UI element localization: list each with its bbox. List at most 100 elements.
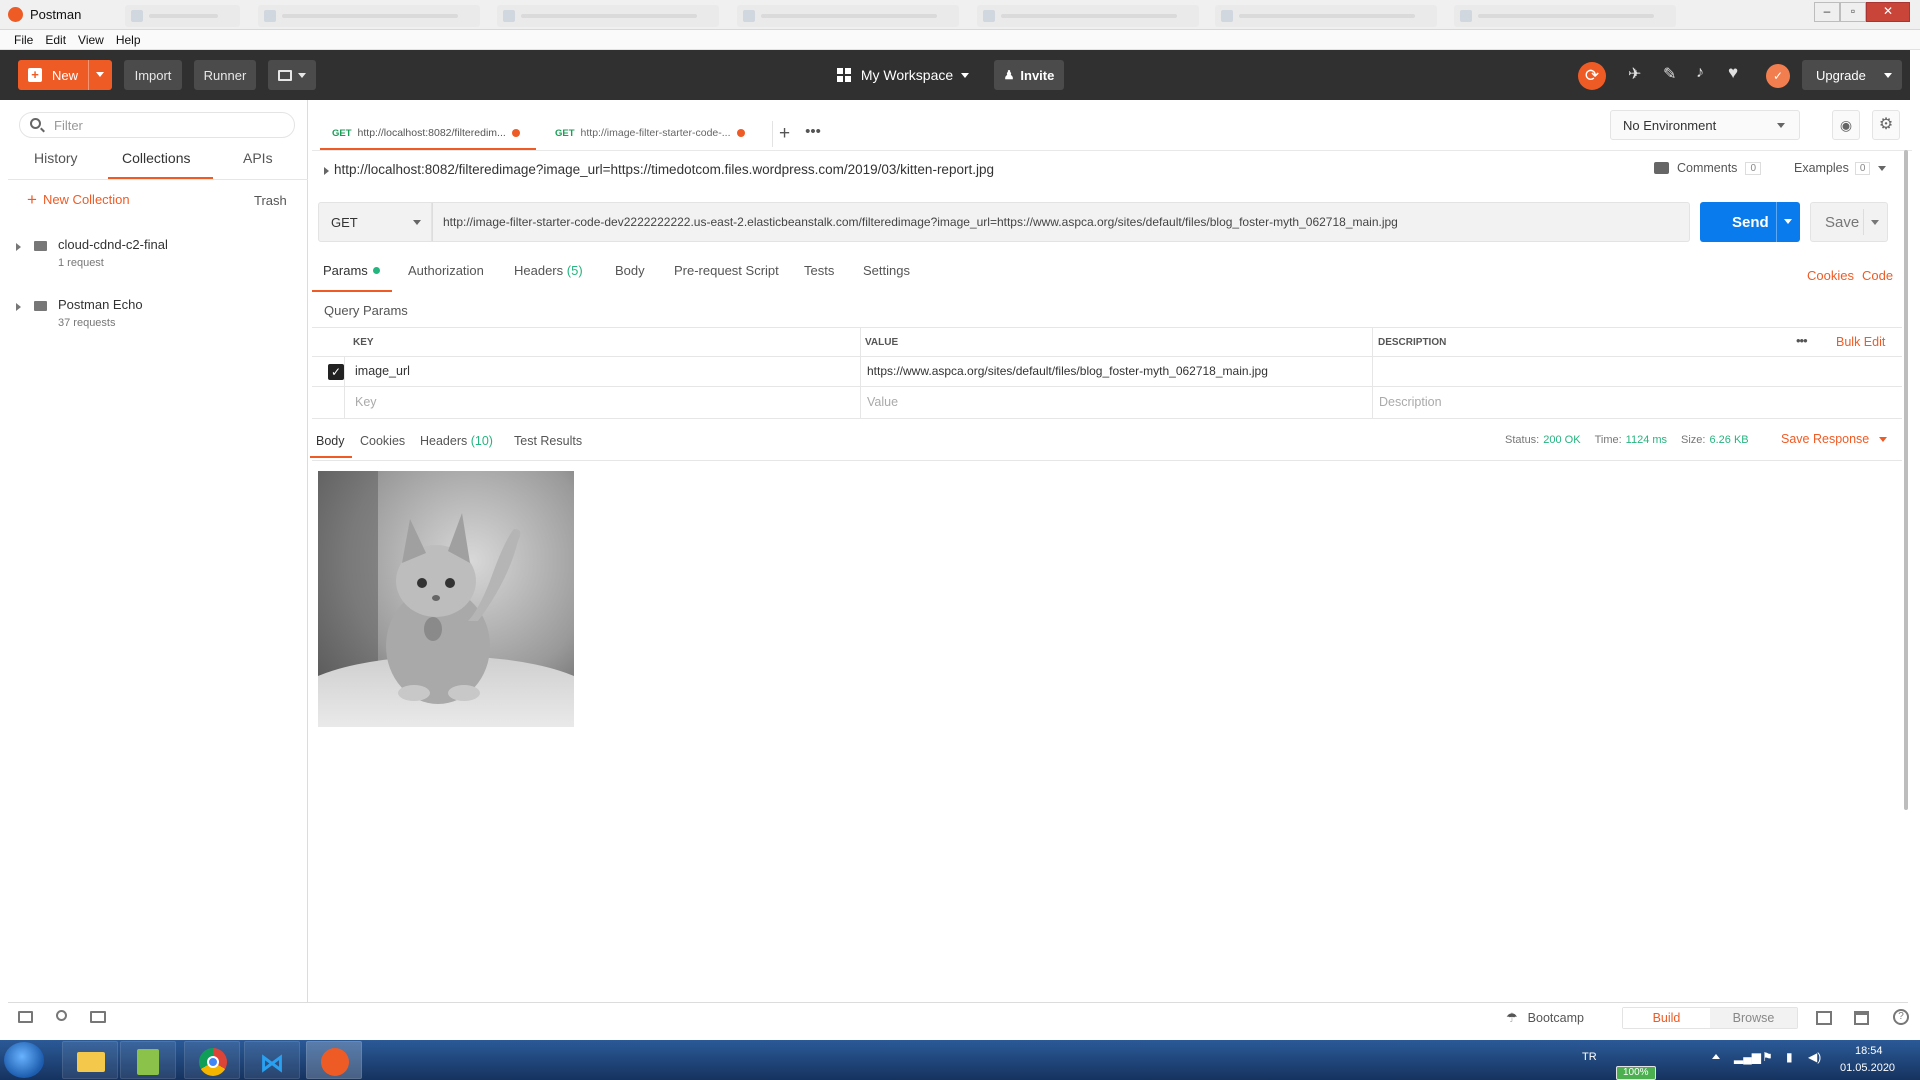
gear-icon[interactable]: ⚙	[1872, 110, 1900, 140]
tab-apis[interactable]: APIs	[243, 150, 273, 166]
bootcamp-button[interactable]: ☂ Bootcamp	[1506, 1010, 1584, 1026]
filter-input[interactable]: Filter	[19, 112, 295, 138]
chevron-down-icon[interactable]	[1871, 220, 1879, 225]
status-value[interactable]: 200 OK	[1543, 434, 1580, 446]
heart-icon[interactable]: ♥	[1728, 63, 1738, 83]
unsaved-dot	[511, 129, 520, 137]
tab-history[interactable]: History	[34, 150, 78, 166]
workspace-selector[interactable]: My Workspace	[828, 60, 978, 90]
response-tab-body[interactable]: Body	[316, 434, 345, 448]
request-tab[interactable]: GET http://image-filter-starter-code-...	[545, 118, 763, 150]
tab-headers[interactable]: Headers (5)	[514, 263, 583, 278]
method-select[interactable]: GET	[318, 202, 432, 242]
save-button[interactable]: Save	[1810, 202, 1888, 242]
comments-button[interactable]: Comments 0	[1654, 161, 1761, 175]
network-icon[interactable]: ▂▄▆	[1734, 1050, 1761, 1064]
value-placeholder[interactable]: Value	[867, 395, 898, 409]
chevron-down-icon[interactable]	[96, 72, 104, 77]
param-key[interactable]: image_url	[355, 364, 410, 378]
bulk-edit-link[interactable]: Bulk Edit	[1836, 335, 1885, 349]
build-tab[interactable]: Build	[1623, 1008, 1710, 1028]
send-button[interactable]: Send	[1700, 202, 1800, 242]
cookies-link[interactable]: Cookies	[1807, 268, 1854, 283]
flag-icon[interactable]: ⚑	[1762, 1050, 1773, 1064]
menu-view[interactable]: View	[78, 33, 104, 47]
close-window-button[interactable]: ✕	[1866, 2, 1910, 22]
response-tab-cookies[interactable]: Cookies	[360, 434, 405, 448]
volume-icon[interactable]: ◀)	[1808, 1050, 1821, 1064]
trash-link[interactable]: Trash	[254, 193, 287, 208]
request-tab[interactable]: GET http://localhost:8082/filteredim...	[320, 118, 536, 150]
find-icon[interactable]	[56, 1010, 67, 1021]
power-icon[interactable]: ▮	[1786, 1050, 1793, 1064]
two-pane-icon[interactable]	[1816, 1011, 1832, 1025]
chevron-down-icon[interactable]	[1784, 219, 1792, 224]
new-window-button[interactable]	[268, 60, 316, 90]
wrench-icon[interactable]: ✎	[1663, 64, 1676, 84]
key-placeholder[interactable]: Key	[355, 395, 377, 409]
save-response-button[interactable]: Save Response	[1781, 432, 1888, 446]
tab-pre-request-script[interactable]: Pre-request Script	[674, 263, 779, 278]
tab-collections[interactable]: Collections	[122, 150, 190, 166]
param-checkbox[interactable]: ✓	[328, 364, 344, 380]
title-expand-icon[interactable]	[324, 167, 329, 175]
tab-params[interactable]: Params	[323, 263, 380, 278]
expand-icon[interactable]	[16, 303, 21, 311]
response-tab-headers[interactable]: Headers (10)	[420, 434, 493, 448]
time-value[interactable]: 1124 ms	[1626, 434, 1667, 446]
satellite-icon[interactable]: ✈	[1628, 64, 1641, 84]
param-value[interactable]: https://www.aspca.org/sites/default/file…	[867, 364, 1268, 378]
invite-button[interactable]: ♟ Invite	[994, 60, 1064, 90]
new-button[interactable]: + New	[18, 60, 112, 90]
examples-button[interactable]: Examples 0	[1794, 161, 1887, 175]
tab-tests[interactable]: Tests	[804, 263, 834, 278]
taskbar-notepad[interactable]	[120, 1041, 176, 1079]
sidebar-toggle-icon[interactable]	[18, 1011, 33, 1023]
avatar[interactable]: ✓	[1766, 64, 1790, 88]
menu-edit[interactable]: Edit	[45, 33, 66, 47]
environment-select[interactable]: No Environment	[1610, 110, 1800, 140]
size-value[interactable]: 6.26 KB	[1710, 434, 1749, 446]
sync-icon[interactable]: ⟳	[1578, 62, 1606, 90]
tab-authorization[interactable]: Authorization	[408, 263, 484, 278]
upgrade-button[interactable]: Upgrade	[1802, 60, 1902, 90]
clock-date[interactable]: 01.05.2020	[1840, 1062, 1895, 1074]
menu-help[interactable]: Help	[116, 33, 141, 47]
clock-time[interactable]: 18:54	[1855, 1045, 1883, 1057]
response-tab-test-results[interactable]: Test Results	[514, 434, 582, 448]
runner-button[interactable]: Runner	[194, 60, 256, 90]
menu-file[interactable]: File	[14, 33, 33, 47]
code-link[interactable]: Code	[1862, 268, 1893, 283]
console-icon[interactable]	[90, 1011, 106, 1023]
more-tabs-icon[interactable]: •••	[800, 121, 826, 147]
collection-item[interactable]: cloud-cdnd-c2-final 1 request	[8, 227, 308, 277]
browse-tab[interactable]: Browse	[1710, 1008, 1797, 1028]
new-collection-button[interactable]: + New Collection	[27, 191, 130, 208]
taskbar-chrome[interactable]	[184, 1041, 240, 1079]
language-indicator[interactable]: TR	[1582, 1051, 1597, 1063]
start-button[interactable]	[4, 1042, 44, 1078]
more-options-icon[interactable]: •••	[1796, 333, 1808, 348]
tab-body[interactable]: Body	[615, 263, 645, 278]
add-tab-button[interactable]: +	[772, 121, 796, 147]
tab-settings[interactable]: Settings	[863, 263, 910, 278]
eye-icon[interactable]: ◉	[1832, 110, 1860, 140]
windows-taskbar: ⋈ TR 100% ▂▄▆ ⚑ ▮ ◀) 18:54 01.05.2020	[0, 1040, 1920, 1080]
url-input[interactable]: http://image-filter-starter-code-dev2222…	[432, 202, 1690, 242]
taskbar-vscode[interactable]: ⋈	[244, 1041, 300, 1079]
bell-icon[interactable]: ♪	[1696, 64, 1704, 82]
battery-indicator[interactable]: 100%	[1616, 1066, 1656, 1080]
taskbar-explorer[interactable]	[62, 1041, 118, 1079]
minimize-button[interactable]: –	[1814, 2, 1840, 22]
scrollbar[interactable]	[1904, 150, 1908, 810]
request-title[interactable]: http://localhost:8082/filteredimage?imag…	[334, 162, 994, 177]
expand-icon[interactable]	[16, 243, 21, 251]
help-icon[interactable]: ?	[1893, 1009, 1909, 1025]
keyboard-icon[interactable]	[1854, 1011, 1869, 1025]
taskbar-postman[interactable]	[306, 1041, 362, 1079]
collection-item[interactable]: Postman Echo 37 requests	[8, 287, 308, 337]
import-button[interactable]: Import	[124, 60, 182, 90]
description-placeholder[interactable]: Description	[1379, 395, 1442, 409]
tray-expand-icon[interactable]	[1712, 1054, 1720, 1059]
maximize-button[interactable]: ▫	[1840, 2, 1866, 22]
